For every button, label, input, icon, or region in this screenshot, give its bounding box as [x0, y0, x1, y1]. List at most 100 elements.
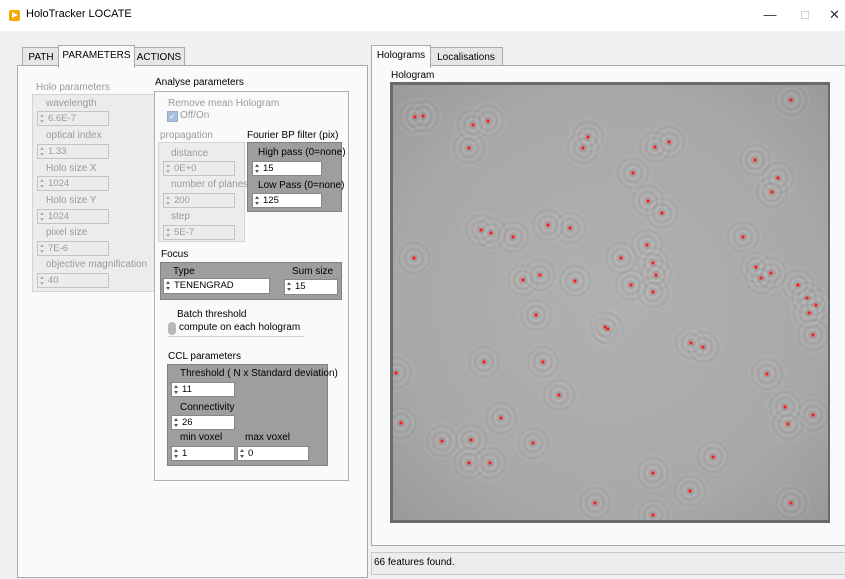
feature-marker [811, 413, 815, 417]
optical-index-label: optical index [46, 130, 102, 141]
feature-marker [688, 489, 692, 493]
remove-mean-checkbox[interactable]: ✓ [167, 111, 178, 122]
step-label: step [171, 211, 190, 222]
focus-title: Focus [161, 249, 189, 260]
optical-index-field[interactable]: 1.33 [37, 144, 109, 159]
objective-magnification-field[interactable]: 40 [37, 273, 109, 288]
feature-marker [645, 243, 649, 247]
feature-marker [586, 135, 590, 139]
feature-marker [651, 513, 655, 517]
feature-marker [412, 256, 416, 260]
pixel-size-label: pixel size [46, 227, 88, 238]
feature-marker [479, 228, 483, 232]
hologram-canvas [393, 85, 828, 520]
feature-marker [667, 140, 671, 144]
min-voxel-label: min voxel [180, 432, 223, 443]
feature-marker [521, 278, 525, 282]
feature-marker [769, 271, 773, 275]
high-pass-field[interactable]: 15 [252, 161, 322, 176]
max-voxel-label: max voxel [245, 432, 291, 443]
feature-marker [660, 211, 664, 215]
feature-marker [534, 313, 538, 317]
step-field[interactable]: 5E-7 [163, 225, 235, 240]
feature-marker [489, 231, 493, 235]
remove-mean-toggle-label: Off/On [180, 110, 210, 121]
title-bar: HoloTracker LOCATE — □ ✕ [0, 0, 845, 31]
ccl-parameters-title: CCL parameters [168, 351, 241, 362]
holo-size-x-label: Holo size X [46, 163, 97, 174]
tab-path[interactable]: PATH [22, 47, 60, 67]
holo-size-y-label: Holo size Y [46, 195, 97, 206]
feature-marker [814, 303, 818, 307]
feature-marker [701, 345, 705, 349]
status-text: 66 features found. [374, 557, 455, 568]
feature-marker [796, 283, 800, 287]
maximize-button[interactable]: □ [790, 6, 820, 24]
feature-marker [765, 372, 769, 376]
feature-marker [631, 171, 635, 175]
close-button[interactable]: ✕ [824, 6, 845, 24]
holo-parameters-title: Holo parameters [36, 82, 110, 93]
pixel-size-field[interactable]: 7E-6 [37, 241, 109, 256]
number-of-planes-field[interactable]: 200 [163, 193, 235, 208]
feature-marker [629, 283, 633, 287]
feature-marker [741, 235, 745, 239]
batch-threshold-ring-icon[interactable] [168, 322, 176, 335]
max-voxel-field[interactable]: 0 [237, 446, 309, 461]
feature-marker [573, 279, 577, 283]
focus-type-select[interactable]: TENENGRAD [163, 278, 270, 294]
number-of-planes-label: number of planes [171, 179, 249, 190]
feature-marker [783, 405, 787, 409]
feature-marker [786, 422, 790, 426]
feature-marker [651, 290, 655, 294]
tab-localisations[interactable]: Localisations [429, 47, 503, 67]
wavelength-field[interactable]: 6.6E-7 [37, 111, 109, 126]
feature-marker [651, 471, 655, 475]
feature-marker [557, 393, 561, 397]
feature-marker [581, 146, 585, 150]
feature-marker [689, 341, 693, 345]
analyse-parameters-title: Analyse parameters [155, 77, 244, 88]
feature-marker [603, 325, 607, 329]
feature-marker [568, 226, 572, 230]
tab-holograms[interactable]: Holograms [371, 45, 431, 68]
sum-size-field[interactable]: 15 [284, 279, 338, 295]
feature-marker [499, 416, 503, 420]
distance-field[interactable]: 0E+0 [163, 161, 235, 176]
minimize-button[interactable]: — [755, 6, 785, 24]
feature-marker [811, 333, 815, 337]
feature-marker [413, 115, 417, 119]
hologram-image[interactable] [393, 85, 828, 520]
remove-mean-label: Remove mean Hologram [168, 98, 280, 109]
feature-marker [469, 438, 473, 442]
feature-marker [399, 421, 403, 425]
min-voxel-field[interactable]: 1 [171, 446, 235, 461]
status-bar: 66 features found. [371, 552, 845, 575]
feature-marker [511, 235, 515, 239]
low-pass-field[interactable]: 125 [252, 193, 322, 208]
feature-marker [805, 296, 809, 300]
feature-marker [440, 439, 444, 443]
tab-parameters[interactable]: PARAMETERS [58, 45, 135, 68]
fourier-filter-title: Fourier BP filter (pix) [247, 130, 339, 141]
distance-label: distance [171, 148, 209, 159]
feature-marker [467, 146, 471, 150]
holo-size-y-field[interactable]: 1024 [37, 209, 109, 224]
connectivity-field[interactable]: 26 [171, 415, 235, 430]
objective-magnification-label: objective magnification [46, 259, 148, 270]
feature-marker [482, 360, 486, 364]
threshold-field[interactable]: 11 [171, 382, 235, 397]
batch-threshold-select[interactable]: compute on each hologram [168, 321, 304, 337]
feature-marker [653, 145, 657, 149]
feature-marker [759, 276, 763, 280]
tab-actions[interactable]: ACTIONS [133, 47, 185, 67]
feature-marker [531, 441, 535, 445]
type-label: Type [173, 266, 195, 277]
threshold-label: Threshold ( N x Standard deviation) [180, 368, 338, 379]
holo-size-x-field[interactable]: 1024 [37, 176, 109, 191]
window-title: HoloTracker LOCATE [26, 8, 132, 20]
low-pass-label: Low Pass (0=none) [258, 180, 345, 191]
feature-marker [471, 123, 475, 127]
feature-marker [486, 119, 490, 123]
feature-marker [770, 190, 774, 194]
